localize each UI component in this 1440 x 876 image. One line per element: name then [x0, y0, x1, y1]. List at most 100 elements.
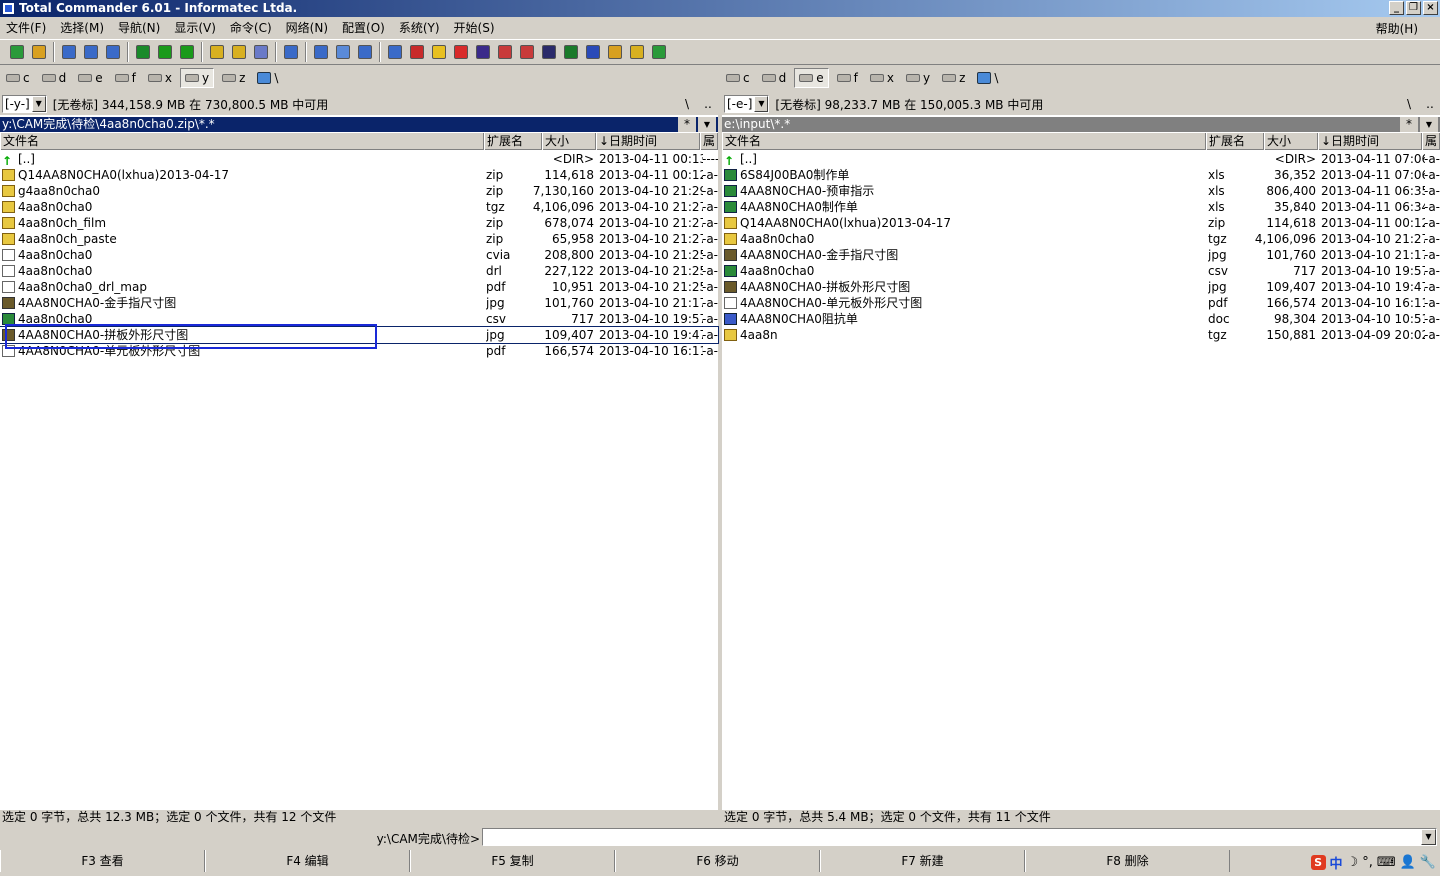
right-file-row[interactable]: 4AA8N0CHA0-金手指尺寸图 jpg 101,760 2013-04-10 21…: [722, 247, 1440, 263]
right-history-dropdown[interactable]: ▼: [1420, 117, 1438, 132]
left-file-row[interactable]: 4aa8n0cha0 tgz 4,106,096 2013-04-10 21:27 -a…: [0, 199, 718, 215]
left-drive-x[interactable]: x: [144, 68, 176, 88]
right-drive-d[interactable]: d: [758, 68, 791, 88]
tree-view-button[interactable]: [102, 41, 124, 63]
chart-button[interactable]: [450, 41, 472, 63]
compare-button[interactable]: [250, 41, 272, 63]
right-file-row[interactable]: 4AA8N0CHA0-预审指示 xls 806,400 2013-04-11 06:3…: [722, 183, 1440, 199]
swap-panels-button[interactable]: [132, 41, 154, 63]
edit-button[interactable]: [406, 41, 428, 63]
left-file-row[interactable]: 4AA8N0CHA0-单元板外形尺寸图 pdf 166,574 2013-04-10 …: [0, 343, 718, 359]
pdf2-button[interactable]: [538, 41, 560, 63]
left-up-button[interactable]: ..: [698, 95, 718, 113]
left-drive-e[interactable]: e: [74, 68, 106, 88]
right-col-size[interactable]: 大小: [1264, 133, 1318, 150]
minimize-button[interactable]: _: [1389, 1, 1404, 15]
globe-button[interactable]: [494, 41, 516, 63]
right-root-button[interactable]: \: [1399, 95, 1419, 113]
right-up-button[interactable]: ..: [1420, 95, 1440, 113]
left-col-attr[interactable]: 属: [700, 133, 718, 150]
left-file-row[interactable]: ↑ [..] <DIR> 2013-04-11 00:13 ----: [0, 151, 718, 167]
left-file-row[interactable]: 4aa8n0cha0 cvia 208,800 2013-04-10 21:25 -a-: [0, 247, 718, 263]
back-button[interactable]: [154, 41, 176, 63]
left-drive-combo[interactable]: [-y-] ▼: [2, 95, 47, 113]
menu-item-7[interactable]: 系统(Y): [399, 19, 440, 36]
right-file-row[interactable]: 4AA8N0CHA0制作单 xls 35,840 2013-04-11 06:34 -a…: [722, 199, 1440, 215]
chevron-down-icon[interactable]: ▼: [1421, 829, 1436, 845]
pdf-button[interactable]: [516, 41, 538, 63]
left-file-row[interactable]: 4aa8n0cha0 csv 717 2013-04-10 19:57 -a-: [0, 311, 718, 327]
pack-button[interactable]: [206, 41, 228, 63]
url-button[interactable]: [332, 41, 354, 63]
right-file-row[interactable]: 4aa8n0cha0 csv 717 2013-04-10 19:57 -a-: [722, 263, 1440, 279]
right-col-date[interactable]: ↓日期时间: [1318, 133, 1422, 150]
right-col-attr[interactable]: 属: [1422, 133, 1440, 150]
left-path-bar[interactable]: y:\CAM完成\待检\4aa8n0cha0.zip\*.* * ▼: [0, 117, 718, 132]
right-drive-network[interactable]: \: [973, 68, 1002, 88]
left-drive-z[interactable]: z: [218, 68, 249, 88]
excel-button[interactable]: [582, 41, 604, 63]
keyboard-icon[interactable]: ⌨: [1377, 855, 1396, 870]
right-drive-combo[interactable]: [-e-] ▼: [724, 95, 770, 113]
calculator-button[interactable]: [428, 41, 450, 63]
left-drive-d[interactable]: d: [38, 68, 71, 88]
close-button[interactable]: ×: [1423, 1, 1438, 15]
menu-item-4[interactable]: 命令(C): [230, 19, 272, 36]
menu-item-1[interactable]: 选择(M): [60, 19, 104, 36]
right-file-row[interactable]: 6S84J00BA0制作单 xls 36,352 2013-04-11 07:06 -a…: [722, 167, 1440, 183]
left-file-row[interactable]: g4aa8n0cha0 zip 7,130,160 2013-04-10 21:29-…: [0, 183, 718, 199]
left-col-name[interactable]: 文件名: [0, 133, 484, 150]
right-history-star[interactable]: *: [1400, 117, 1418, 132]
menu-item-5[interactable]: 网络(N): [286, 19, 328, 36]
fkey-button-4[interactable]: F4 编辑: [205, 850, 410, 872]
left-drive-f[interactable]: f: [111, 68, 140, 88]
notepad-button[interactable]: [384, 41, 406, 63]
network-button[interactable]: [280, 41, 302, 63]
sogou-icon[interactable]: S: [1310, 854, 1326, 870]
multi-rename-button[interactable]: [354, 41, 376, 63]
fkey-button-8[interactable]: F8 删除: [1025, 850, 1230, 872]
right-drive-x[interactable]: x: [866, 68, 898, 88]
terminal-button[interactable]: [560, 41, 582, 63]
left-col-size[interactable]: 大小: [542, 133, 596, 150]
right-file-row[interactable]: 4AA8N0CHA0-单元板外形尺寸图 pdf 166,574 2013-04-10 …: [722, 295, 1440, 311]
unpack-button[interactable]: [228, 41, 250, 63]
fkey-button-5[interactable]: F5 复制: [410, 850, 615, 872]
right-file-row[interactable]: 4aa8n tgz 150,881 2013-04-09 20:02 -a-: [722, 327, 1440, 343]
forward-button[interactable]: [176, 41, 198, 63]
right-file-row[interactable]: 4aa8n0cha0 tgz 4,106,096 2013-04-10 21:27 -a…: [722, 231, 1440, 247]
refresh-button[interactable]: [6, 41, 28, 63]
folder-button[interactable]: [626, 41, 648, 63]
left-file-row[interactable]: 4AA8N0CHA0-金手指尺寸图 jpg 101,760 2013-04-10 21…: [0, 295, 718, 311]
wrench-icon[interactable]: 🔧: [1420, 855, 1436, 870]
detail-view-button[interactable]: [80, 41, 102, 63]
left-file-row[interactable]: 4aa8n0ch_film zip 678,074 2013-04-10 21:27-…: [0, 215, 718, 231]
menu-item-0[interactable]: 文件(F): [6, 19, 46, 36]
left-drive-network[interactable]: \: [253, 68, 282, 88]
ime-mode-icon[interactable]: 中: [1330, 853, 1343, 872]
brief-view-button[interactable]: [58, 41, 80, 63]
left-col-ext[interactable]: 扩展名: [484, 133, 542, 150]
word-button[interactable]: [604, 41, 626, 63]
left-file-row[interactable]: Q14AA8N0CHA0(lxhua)2013-04-17 zip 114,618 2…: [0, 167, 718, 183]
right-drive-f[interactable]: f: [833, 68, 862, 88]
moon-icon[interactable]: ☽: [1347, 855, 1359, 870]
right-drive-z[interactable]: z: [938, 68, 969, 88]
fkey-button-3[interactable]: F3 查看: [0, 850, 205, 872]
right-col-name[interactable]: 文件名: [722, 133, 1206, 150]
left-history-dropdown[interactable]: ▼: [698, 117, 716, 132]
menu-item-8[interactable]: 开始(S): [454, 19, 495, 36]
punctuation-icon[interactable]: °,: [1362, 855, 1373, 870]
right-file-row[interactable]: 4AA8N0CHA0阻抗单 doc 98,304 2013-04-10 10:51 -a…: [722, 311, 1440, 327]
menu-help[interactable]: 帮助(H): [1376, 20, 1418, 37]
right-drive-c[interactable]: c: [722, 68, 754, 88]
menu-item-6[interactable]: 配置(O): [342, 19, 385, 36]
right-drive-e[interactable]: e: [794, 68, 829, 88]
fkey-button-7[interactable]: F7 新建: [820, 850, 1025, 872]
left-history-star[interactable]: *: [678, 117, 696, 132]
fkey-button-6[interactable]: F6 移动: [615, 850, 820, 872]
right-col-ext[interactable]: 扩展名: [1206, 133, 1264, 150]
right-file-row[interactable]: ↑ [..] <DIR> 2013-04-11 07:06 -a-: [722, 151, 1440, 167]
color-button[interactable]: [472, 41, 494, 63]
tools-button[interactable]: [648, 41, 670, 63]
